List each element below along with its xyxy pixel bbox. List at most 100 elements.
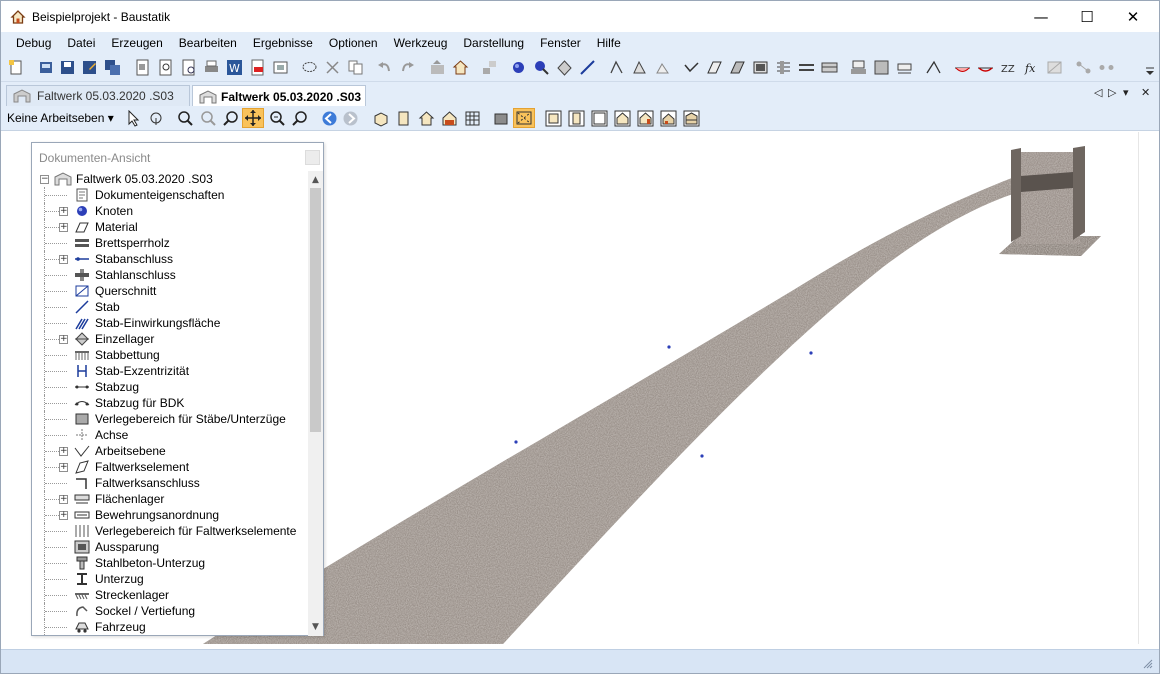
tab-faltwerk-active[interactable]: Faltwerk 05.03.2020 .S03: [192, 85, 366, 107]
tree-item[interactable]: Stabbettung: [34, 347, 306, 363]
copy-icon[interactable]: [347, 59, 364, 76]
panel-scrollbar[interactable]: ▲ ▼: [308, 171, 323, 636]
pan-button[interactable]: [242, 108, 264, 128]
cut-icon[interactable]: [324, 59, 341, 76]
expand-icon[interactable]: +: [59, 255, 68, 264]
deflection-icon[interactable]: [977, 59, 994, 76]
bedding-tool-icon[interactable]: [896, 59, 913, 76]
tree-item[interactable]: Unterzug: [34, 571, 306, 587]
tree-item[interactable]: Faltwerksanschluss: [34, 475, 306, 491]
view-top-icon[interactable]: [545, 110, 562, 127]
menu-hilfe[interactable]: Hilfe: [589, 32, 629, 54]
expand-icon[interactable]: +: [59, 447, 68, 456]
view-house-side-icon[interactable]: [660, 110, 677, 127]
tree-item[interactable]: Stab-Einwirkungsfläche: [34, 315, 306, 331]
home-icon[interactable]: [452, 59, 469, 76]
tab-close-icon[interactable]: ✕: [1141, 86, 1150, 99]
z-result-icon[interactable]: ZZ: [1000, 59, 1017, 76]
tree-item[interactable]: Stahlbeton-Unterzug: [34, 555, 306, 571]
node-link-icon[interactable]: [1075, 59, 1092, 76]
minimize-button[interactable]: —: [1018, 1, 1064, 32]
undo-icon[interactable]: [376, 59, 393, 76]
view-house-front-icon[interactable]: [614, 110, 631, 127]
hinge-3-icon[interactable]: [654, 59, 671, 76]
check-icon[interactable]: [683, 59, 700, 76]
hinge-icon[interactable]: [608, 59, 625, 76]
viewport-scrollbar[interactable]: [1138, 132, 1159, 644]
menu-fenster[interactable]: Fenster: [532, 32, 589, 54]
view-side-icon[interactable]: [591, 110, 608, 127]
tree-item[interactable]: Querschnitt: [34, 283, 306, 299]
save-all-icon[interactable]: [104, 59, 121, 76]
toolbar-overflow-icon[interactable]: [1144, 59, 1156, 76]
folder-up-icon[interactable]: [429, 59, 446, 76]
view-box-icon[interactable]: [752, 59, 769, 76]
tree-item[interactable]: + Material: [34, 219, 306, 235]
tree-item[interactable]: + Arbeitsebene: [34, 443, 306, 459]
node-search-icon[interactable]: [533, 59, 550, 76]
expand-icon[interactable]: +: [59, 335, 68, 344]
tree-item[interactable]: + Bewehrungsanordnung: [34, 507, 306, 523]
tree-item[interactable]: + Stabanschluss: [34, 251, 306, 267]
tree-item[interactable]: Fahrzeug: [34, 619, 306, 635]
tab-faltwerk-1[interactable]: Faltwerk 05.03.2020 .S03: [6, 85, 190, 106]
tree-item[interactable]: Verlegebereich für Stäbe/Unterzüge: [34, 411, 306, 427]
page-setup-icon[interactable]: [134, 59, 151, 76]
scroll-down-icon[interactable]: ▼: [308, 620, 323, 634]
beam-layout-icon[interactable]: [798, 59, 815, 76]
close-button[interactable]: ✕: [1110, 1, 1156, 32]
tree-item[interactable]: Stahlanschluss: [34, 267, 306, 283]
grid-view-icon[interactable]: [464, 110, 481, 127]
expand-icon[interactable]: +: [59, 223, 68, 232]
work-plane-dropdown[interactable]: Keine Arbeitseben ▾: [7, 111, 114, 125]
view-forward-icon[interactable]: [342, 110, 359, 127]
redo-icon[interactable]: [399, 59, 416, 76]
menu-bearbeiten[interactable]: Bearbeiten: [171, 32, 245, 54]
support-node-icon[interactable]: [556, 59, 573, 76]
zoom-out-icon[interactable]: [200, 110, 217, 127]
render-solid-icon[interactable]: [493, 110, 510, 127]
tab-prev-icon[interactable]: ◁: [1094, 86, 1102, 99]
transfer-icon[interactable]: [481, 59, 498, 76]
menu-darstellung[interactable]: Darstellung: [455, 32, 532, 54]
zoom-fit-icon[interactable]: [292, 110, 309, 127]
wall-icon[interactable]: [873, 59, 890, 76]
tree-item[interactable]: + Einzellager: [34, 331, 306, 347]
house-view-icon[interactable]: [418, 110, 435, 127]
front-view-icon[interactable]: [395, 110, 412, 127]
image-export-icon[interactable]: [272, 59, 289, 76]
shell-icon[interactable]: [706, 59, 723, 76]
collapse-icon[interactable]: −: [40, 175, 49, 184]
node-sphere-icon[interactable]: [510, 59, 527, 76]
node-split-icon[interactable]: [1098, 59, 1115, 76]
tree-item[interactable]: Achse: [34, 427, 306, 443]
tree-item[interactable]: + Flächenlager: [34, 491, 306, 507]
tree-item[interactable]: + Knoten: [34, 203, 306, 219]
expand-icon[interactable]: +: [59, 495, 68, 504]
maximize-button[interactable]: ☐: [1064, 1, 1110, 32]
printer-icon[interactable]: [203, 59, 220, 76]
foundation-icon[interactable]: [850, 59, 867, 76]
shell-2-icon[interactable]: [729, 59, 746, 76]
view-house-back-icon[interactable]: [637, 110, 654, 127]
expand-icon[interactable]: +: [59, 207, 68, 216]
zoom-all-icon[interactable]: [269, 110, 286, 127]
tab-list-icon[interactable]: ▾: [1123, 86, 1129, 99]
zoom-in-icon[interactable]: [223, 110, 240, 127]
menu-ergebnisse[interactable]: Ergebnisse: [245, 32, 321, 54]
moment-diagram-icon[interactable]: [954, 59, 971, 76]
preview-icon[interactable]: [180, 59, 197, 76]
open-icon[interactable]: [38, 59, 55, 76]
member-draw-icon[interactable]: [579, 59, 596, 76]
tree-item[interactable]: Aussparung: [34, 539, 306, 555]
slab-icon[interactable]: [821, 59, 838, 76]
house-section-icon[interactable]: [441, 110, 458, 127]
tree-item[interactable]: Stab: [34, 299, 306, 315]
view-house-bottom-icon[interactable]: [683, 110, 700, 127]
hinge-2-icon[interactable]: [631, 59, 648, 76]
measure-icon[interactable]: [925, 59, 942, 76]
rotate-view-icon[interactable]: [148, 110, 165, 127]
tree-item[interactable]: Streckenlager: [34, 587, 306, 603]
lasso-select-icon[interactable]: [301, 59, 318, 76]
tree-item[interactable]: Brettsperrholz: [34, 235, 306, 251]
